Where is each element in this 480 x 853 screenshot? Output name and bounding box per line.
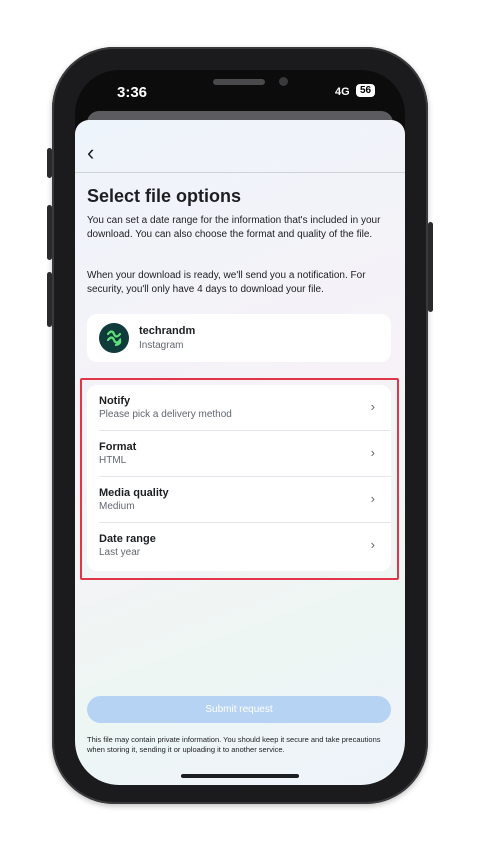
option-value: Medium	[99, 501, 135, 512]
option-notify[interactable]: Notify Please pick a delivery method ›	[87, 385, 391, 431]
network-indicator: 4G	[335, 86, 350, 98]
chevron-right-icon: ›	[370, 445, 375, 460]
option-label: Date range	[99, 533, 156, 545]
account-card: techrandm Instagram	[87, 314, 391, 362]
option-value: HTML	[99, 455, 127, 466]
phone-screen: 3:36 4G 56 ‹ Select file options You can…	[75, 70, 405, 785]
option-label: Media quality	[99, 487, 169, 499]
power-button	[428, 222, 433, 312]
description-notification: When your download is ready, we'll send …	[87, 270, 366, 295]
chevron-right-icon: ›	[370, 399, 375, 414]
option-format[interactable]: Format HTML ›	[87, 431, 391, 477]
volume-down-button	[47, 272, 52, 327]
option-media-quality[interactable]: Media quality Medium ›	[87, 477, 391, 523]
option-value: Please pick a delivery method	[99, 409, 232, 420]
speaker-grille	[213, 79, 265, 85]
account-platform: Instagram	[139, 340, 184, 351]
option-date-range[interactable]: Date range Last year ›	[87, 523, 391, 569]
option-label: Notify	[99, 395, 131, 407]
submit-request-button[interactable]: Submit request	[87, 696, 391, 723]
avatar	[99, 323, 129, 353]
battery-badge: 56	[356, 84, 376, 97]
account-name: techrandm	[139, 325, 196, 337]
chevron-right-icon: ›	[370, 491, 375, 506]
page-title: Select file options	[87, 186, 242, 206]
chevron-left-icon[interactable]: ‹	[87, 142, 94, 164]
options-list: Notify Please pick a delivery method › F…	[87, 385, 391, 571]
description-date-range: You can set a date range for the informa…	[87, 215, 381, 240]
file-options-sheet: ‹ Select file options You can set a date…	[75, 120, 405, 785]
header-divider	[75, 172, 405, 173]
home-indicator[interactable]	[181, 774, 299, 778]
front-camera	[279, 77, 288, 86]
option-value: Last year	[99, 547, 141, 558]
volume-up-button	[47, 205, 52, 260]
privacy-footer-note: This file may contain private informatio…	[87, 735, 381, 754]
chevron-right-icon: ›	[370, 537, 375, 552]
option-label: Format	[99, 441, 137, 453]
account-logo-icon	[106, 330, 122, 347]
status-time: 3:36	[117, 84, 148, 101]
mute-switch	[47, 148, 52, 178]
